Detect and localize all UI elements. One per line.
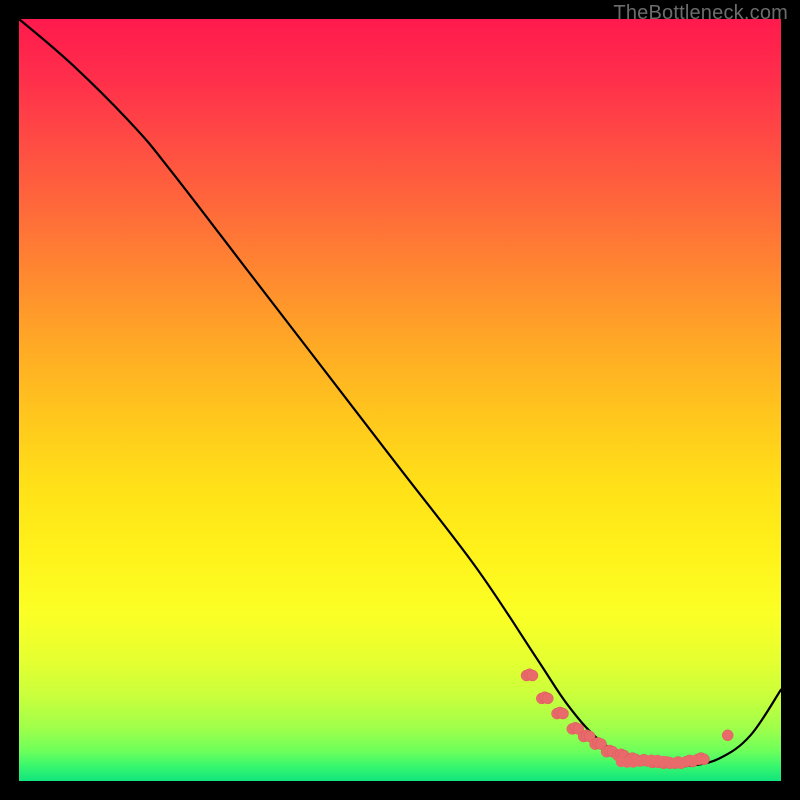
chart-area [19, 19, 781, 781]
chart-marker [722, 730, 733, 741]
chart-marker [542, 693, 553, 704]
watermark: TheBottleneck.com [613, 2, 788, 25]
chart-svg [19, 19, 781, 781]
chart-marker [695, 755, 705, 765]
chart-marker [527, 670, 538, 681]
chart-marker [558, 708, 569, 719]
chart-curve [19, 19, 781, 767]
